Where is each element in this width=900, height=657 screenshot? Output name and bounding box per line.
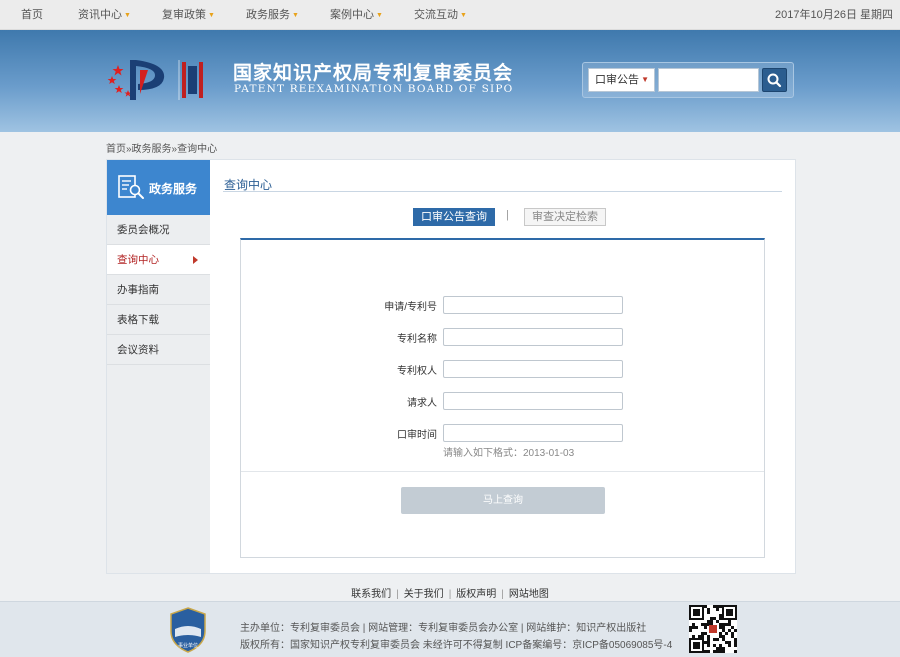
nav-label: 资讯中心: [78, 9, 122, 21]
badge-text: 事业单位: [178, 642, 198, 649]
link-separator: |: [396, 589, 399, 600]
footer-links: 联系我们 | 关于我们 | 版权声明 | 网站地图: [0, 585, 900, 600]
dropdown-arrow-icon: ▼: [376, 12, 383, 19]
field-label-requester: 请求人: [407, 398, 437, 409]
search-icon: [767, 73, 782, 88]
emblem-icon: [107, 60, 203, 100]
nav-label: 政务服务: [246, 9, 290, 21]
dropdown-arrow-icon: ▼: [124, 12, 131, 19]
dropdown-arrow-icon: ▼: [460, 12, 467, 19]
sidebar-item-label: 委员会概况: [117, 224, 170, 236]
sidebar-heading: 政务服务: [107, 160, 210, 215]
sidebar-item-forms[interactable]: 表格下载: [107, 305, 210, 335]
nav-item-policy[interactable]: 复审政策 ▼: [162, 0, 215, 30]
search-button[interactable]: [762, 68, 787, 92]
footer-link-copyright[interactable]: 版权声明: [456, 589, 496, 600]
footer-link-about[interactable]: 关于我们: [404, 589, 444, 600]
breadcrumb[interactable]: 首页»政务服务»查询中心: [106, 140, 217, 155]
field-label-patent-name: 专利名称: [397, 334, 437, 345]
nav-label: 案例中心: [330, 9, 374, 21]
dropdown-arrow-icon: ▼: [208, 12, 215, 19]
footer-copyright: 版权所有：国家知识产权专利复审委员会 未经许可不得复制 ICP备案编号：京ICP…: [240, 640, 673, 651]
sidebar-item-label: 表格下载: [117, 314, 159, 326]
chevron-down-icon: ▼: [641, 75, 649, 84]
site-subtitle: PATENT REEXAMINATION BOARD OF SIPO: [234, 83, 514, 95]
footer: 事业单位 主办单位：专利复审委员会 | 网站管理：专利复审委员会办公室 | 网站…: [0, 601, 900, 657]
field-label-hearing-date: 口审时间: [397, 430, 437, 441]
sidebar-item-label: 查询中心: [117, 254, 159, 266]
sidebar-title: 政务服务: [149, 182, 198, 196]
nav-item-interaction[interactable]: 交流互动 ▼: [414, 0, 467, 30]
field-label-patentee: 专利权人: [397, 366, 437, 377]
tab-decision-search[interactable]: 审查决定检索: [524, 208, 606, 226]
current-date: 2017年10月26日 星期四: [775, 9, 893, 21]
title-divider: [223, 191, 782, 192]
sidebar-item-overview[interactable]: 委员会概况: [107, 215, 210, 245]
active-indicator-icon: [193, 256, 198, 264]
nav-item-news[interactable]: 资讯中心 ▼: [78, 0, 131, 30]
sidebar: 政务服务 委员会概况 查询中心 办事指南 表格下载 会议资料: [107, 160, 210, 573]
hearing-date-input[interactable]: [443, 424, 623, 442]
main-panel: 政务服务 委员会概况 查询中心 办事指南 表格下载 会议资料 查询中心 口审公告…: [106, 159, 796, 574]
institution-badge-icon[interactable]: 事业单位: [169, 607, 207, 653]
qr-code-icon: [689, 605, 737, 653]
nav-label: 交流互动: [414, 9, 458, 21]
field-label-application-number: 申请/专利号: [384, 302, 437, 313]
nav-item-cases[interactable]: 案例中心 ▼: [330, 0, 383, 30]
submit-query-button[interactable]: 马上查询: [401, 487, 605, 514]
top-bar: 首页 资讯中心 ▼ 复审政策 ▼ 政务服务 ▼ 案例中心 ▼ 交流互动 ▼ 2017年10…: [0, 0, 900, 30]
search-input[interactable]: [658, 68, 759, 92]
footer-link-contact[interactable]: 联系我们: [351, 589, 391, 600]
site-logo[interactable]: 国家知识产权局专利复审委员会 PATENT REEXAMINATION BOAR…: [106, 56, 512, 104]
link-separator: |: [501, 589, 504, 600]
search-type-select[interactable]: 口审公告 ▼: [588, 68, 655, 92]
footer-organizer: 主办单位：专利复审委员会 | 网站管理：专利复审委员会办公室 | 网站维护：知识…: [240, 623, 647, 634]
search-type-value: 口审公告: [595, 74, 639, 86]
sidebar-item-guide[interactable]: 办事指南: [107, 275, 210, 305]
header-banner: 国家知识产权局专利复审委员会 PATENT REEXAMINATION BOAR…: [0, 30, 900, 132]
nav-label: 复审政策: [162, 9, 206, 21]
dropdown-arrow-icon: ▼: [292, 12, 299, 19]
patentee-input[interactable]: [443, 360, 623, 378]
form-divider: [241, 471, 764, 472]
footer-link-sitemap[interactable]: 网站地图: [509, 589, 549, 600]
sidebar-item-label: 会议资料: [117, 344, 159, 356]
nav-item-home[interactable]: 首页: [21, 0, 43, 30]
tab-separator: |: [506, 209, 509, 221]
application-number-input[interactable]: [443, 296, 623, 314]
site-title: 国家知识产权局专利复审委员会: [233, 62, 514, 84]
sidebar-item-label: 办事指南: [117, 284, 159, 296]
link-separator: |: [448, 589, 452, 600]
requester-input[interactable]: [443, 392, 623, 410]
sidebar-item-query-center[interactable]: 查询中心: [107, 245, 210, 275]
search-bar: 口审公告 ▼: [582, 62, 794, 98]
patent-name-input[interactable]: [443, 328, 623, 346]
nav-item-services[interactable]: 政务服务 ▼: [246, 0, 299, 30]
sidebar-item-meetings[interactable]: 会议资料: [107, 335, 210, 365]
query-form: 申请/专利号 专利名称 专利权人 请求人 口审时间 请输入如下格式：2013-0…: [240, 238, 765, 558]
nav-label: 首页: [21, 9, 43, 21]
document-search-icon: [118, 175, 144, 199]
tab-oral-hearing-query[interactable]: 口审公告查询: [413, 208, 495, 226]
date-format-hint: 请输入如下格式：2013-01-03: [443, 448, 575, 459]
